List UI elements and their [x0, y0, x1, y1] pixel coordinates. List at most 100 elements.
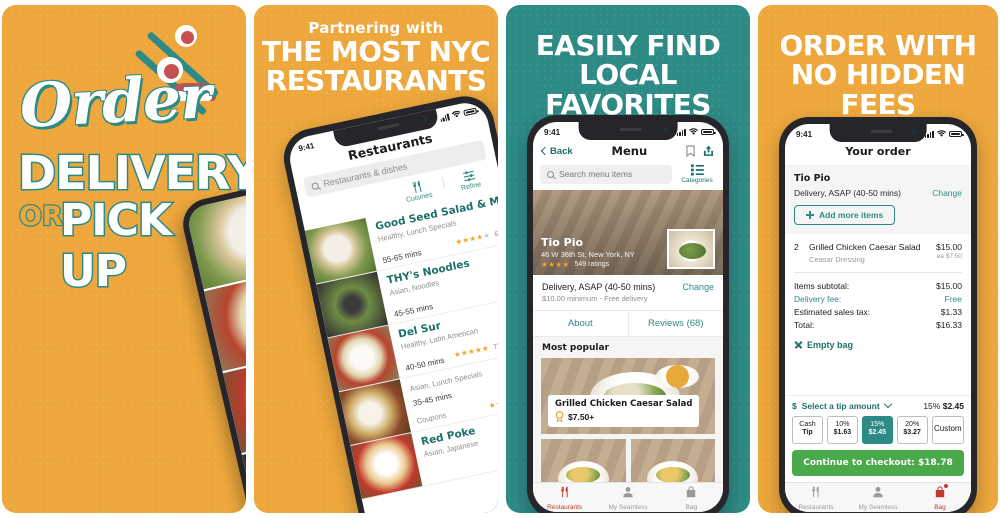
tab-my-seamless-label: My Seamless — [608, 503, 648, 511]
filter-cuisines[interactable]: Cuisines — [394, 176, 441, 206]
bag-badge-dot — [943, 482, 949, 489]
tip-option-custom[interactable]: Custom — [931, 415, 964, 444]
rating-count: 608 ratings — [494, 224, 498, 239]
tab-bag[interactable]: Bag — [660, 485, 723, 511]
signal-icon — [676, 128, 686, 136]
dish-card-featured[interactable]: Grilled Chicken Caesar Salad $7.50+ — [541, 358, 715, 434]
item-name: Grilled Chicken Caesar Salad — [809, 242, 921, 252]
rating-stars: ★★★★ — [541, 259, 570, 269]
panel-1-line-pickup: PICK UP — [59, 194, 174, 299]
tip-option-line2: $2.45 — [868, 429, 887, 437]
categories-button[interactable]: Categories — [678, 164, 716, 184]
phone-mockup-menu: 9:41 Back Menu Search menu items Categor… — [527, 115, 729, 513]
tip-option-cash[interactable]: Cash Tip — [792, 415, 823, 444]
award-icon — [555, 411, 564, 422]
tip-option-line2: Tip — [802, 429, 813, 437]
promo-panel-favorites: EASILY FIND LOCAL FAVORITES 9:41 Back Me… — [506, 5, 750, 513]
status-time: 9:41 — [796, 129, 813, 139]
tab-my-seamless[interactable]: My Seamless — [847, 485, 909, 511]
tab-restaurants-label: Restaurants — [547, 503, 583, 511]
tip-section: $ Select a tip amount 15% $2.45 Cash Tip — [785, 394, 971, 482]
close-icon — [794, 341, 802, 349]
tab-reviews[interactable]: Reviews (68) — [629, 311, 724, 336]
panel-2-headline-line1: THE MOST NYC — [261, 35, 491, 68]
tip-option-line1: 10% — [835, 420, 850, 428]
tab-restaurants[interactable]: Restaurants — [785, 485, 847, 511]
delivery-sub: $10.00 minimum - Free delivery — [542, 294, 648, 303]
rating-stars: ★★★★★ — [453, 343, 490, 360]
tab-restaurants[interactable]: Restaurants — [533, 485, 596, 511]
delivery-main: Delivery, ASAP (40-50 mins) — [542, 282, 656, 292]
bottom-tab-bar: Restaurants My Seamless Bag — [533, 482, 723, 512]
restaurant-thumbnail[interactable] — [667, 229, 715, 269]
tab-bag-label: Bag — [685, 503, 698, 511]
sauce-bowl — [655, 364, 700, 388]
select-tip-dropdown[interactable]: $ Select a tip amount — [792, 399, 892, 411]
rating-count: 736 ratings — [492, 337, 498, 352]
promo-panel-restaurants: Partnering with THE MOST NYC RESTAURANTS… — [254, 5, 498, 513]
tip-option-20[interactable]: 20% $3.27 — [896, 415, 928, 444]
phone-mockup-restaurants: 9:41 Restaurants Restaurants & dishes Cu… — [278, 90, 498, 513]
panel-3-headline-line2: LOCAL FAVORITES — [545, 58, 711, 121]
total-row: Total: $16.33 — [794, 318, 962, 331]
change-button[interactable]: Change — [932, 188, 962, 198]
item-quantity: 2 — [794, 242, 799, 252]
dollar-icon: $ — [792, 400, 797, 411]
tab-my-seamless-label: My Seamless — [858, 503, 898, 511]
add-more-items-label: Add more items — [819, 210, 884, 220]
plus-icon — [806, 211, 814, 219]
menu-search-row: Search menu items Categories — [533, 164, 723, 190]
item-unit-price: ea $7.50 — [936, 253, 962, 260]
tip-option-line1: Cash — [799, 420, 816, 428]
empty-bag-button[interactable]: Empty bag — [785, 331, 971, 350]
add-more-items-button[interactable]: Add more items — [794, 205, 896, 225]
restaurant-thumbnail — [350, 433, 423, 499]
tip-options: Cash Tip 10% $1.63 15% $2.45 20% $3.27 C… — [792, 415, 964, 444]
cutlery-icon — [812, 486, 819, 497]
bottom-tab-bar: Restaurants My Seamless Bag — [785, 482, 971, 512]
promo-panel-order-summary: ORDER WITH NO HIDDEN FEES 9:41 Your orde… — [758, 5, 998, 513]
continue-to-checkout-button[interactable]: Continue to checkout: $18.78 — [792, 450, 964, 476]
tab-bag[interactable]: Bag — [909, 482, 971, 511]
search-input-menu[interactable]: Search menu items — [540, 164, 672, 184]
tab-restaurants-label: Restaurants — [798, 503, 834, 511]
bookmark-icon[interactable] — [686, 145, 695, 157]
search-placeholder: Search menu items — [559, 169, 633, 179]
tab-my-seamless[interactable]: My Seamless — [596, 485, 659, 511]
tab-about[interactable]: About — [533, 311, 629, 336]
order-restaurant-block: Tio Pio Delivery, ASAP (40-50 mins) Chan… — [785, 165, 971, 234]
chevron-left-icon — [540, 146, 550, 156]
panel-4-headline: ORDER WITH NO HIDDEN FEES — [758, 31, 998, 119]
chevron-down-icon — [883, 399, 892, 409]
total-row: Items subtotal: $15.00 — [794, 279, 962, 292]
filter-refine[interactable]: Refine — [446, 165, 493, 195]
tip-option-line1: 20% — [905, 420, 920, 428]
tip-option-line1: 15% — [870, 420, 885, 428]
order-line-item[interactable]: 2 Grilled Chicken Caesar Salad Ceasar Dr… — [785, 234, 971, 270]
signal-icon — [439, 112, 450, 122]
back-button[interactable]: Back — [540, 146, 573, 157]
bag-icon — [687, 485, 696, 497]
battery-icon — [949, 130, 964, 138]
list-icon — [690, 164, 704, 176]
select-tip-label: Select a tip amount — [801, 400, 880, 411]
signal-icon — [924, 130, 934, 138]
status-time: 9:41 — [544, 127, 561, 137]
change-delivery-button[interactable]: Change — [682, 282, 714, 292]
tip-option-10[interactable]: 10% $1.63 — [826, 415, 858, 444]
dish-name: Grilled Chicken Caesar Salad — [555, 399, 693, 409]
tip-option-15[interactable]: 15% $2.45 — [861, 415, 893, 444]
app-store-screenshot-gallery: Order DELIVERY OR PICK UP Partnering wit… — [0, 0, 1000, 518]
restaurant-name: Tio Pio — [541, 235, 584, 249]
panel-4-headline-line1: ORDER WITH — [779, 29, 977, 62]
page-title-your-order: Your order — [845, 145, 911, 158]
total-value: Free — [944, 293, 962, 304]
total-label: Estimated sales tax: — [794, 306, 871, 317]
panel-1-script-word: Order — [18, 62, 213, 142]
person-icon — [623, 486, 633, 497]
delivery-info-row: Delivery, ASAP (40-50 mins) $10.00 minim… — [533, 275, 723, 311]
share-icon[interactable] — [703, 145, 714, 157]
menu-tabs: About Reviews (68) — [533, 311, 723, 337]
section-title-most-popular: Most popular — [533, 337, 723, 358]
restaurant-badge-coupons: Coupons — [415, 410, 448, 426]
